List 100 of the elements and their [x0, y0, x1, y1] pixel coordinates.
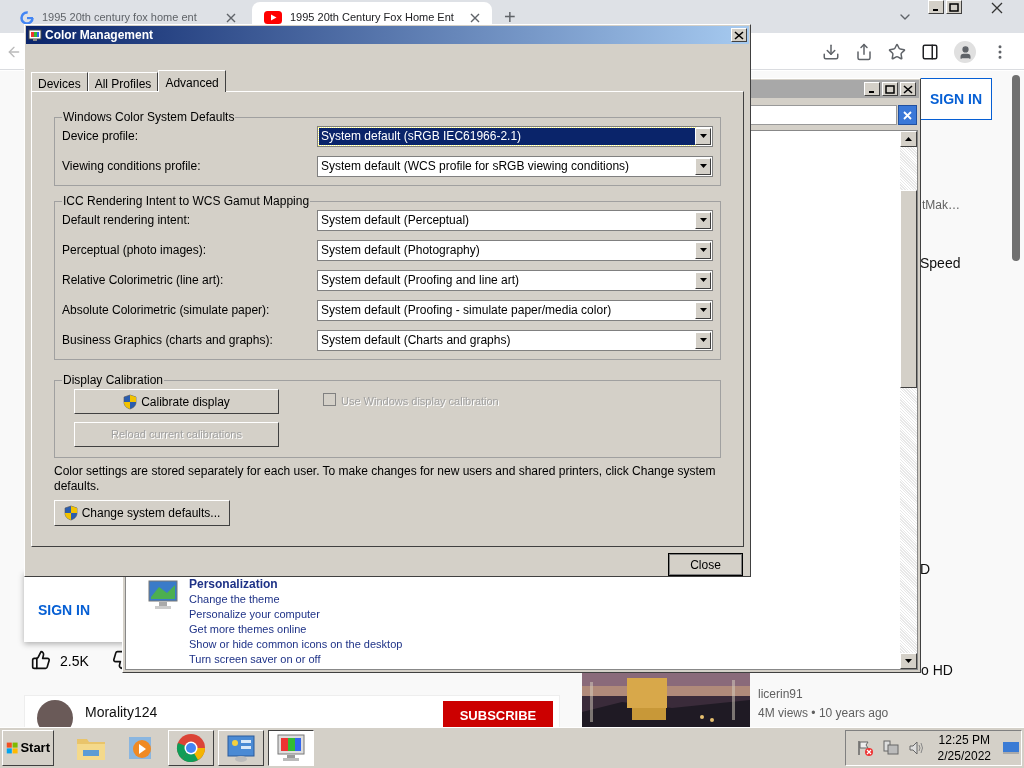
sign-in-link[interactable]: SIGN IN: [38, 600, 91, 621]
maximize-icon: [885, 84, 895, 94]
profile-dropdown[interactable]: System default (WCS profile for sRGB viewing conditions): [317, 155, 713, 177]
down-arrow-icon: [905, 658, 912, 663]
down-arrow-icon: [699, 134, 707, 139]
video-title: o HD: [921, 661, 953, 680]
field-label: Relative Colorimetric (line art):: [62, 272, 224, 290]
profile-dropdown[interactable]: System default (Proofing and line art): [317, 269, 713, 291]
close-icon: [903, 110, 912, 120]
clock-time[interactable]: 12:25 PM: [938, 732, 990, 748]
task-link[interactable]: Change the theme: [189, 592, 403, 607]
channel-name: licerin91: [758, 686, 803, 703]
info-text: Color settings are stored separately for each user. To make changes for new users and shared printers, click Change system defaults.: [54, 464, 717, 495]
field-label: Device profile:: [62, 128, 139, 146]
close-icon[interactable]: [470, 12, 480, 23]
calibrate-button[interactable]: Calibrate display: [74, 389, 279, 415]
close-icon: [734, 30, 744, 40]
minimize-button[interactable]: [928, 0, 944, 14]
clock-date[interactable]: 2/25/2022: [937, 748, 991, 764]
shield-icon: [63, 505, 78, 522]
clear-search-button[interactable]: [898, 105, 917, 125]
shield-icon: [123, 393, 138, 410]
down-arrow-icon: [699, 278, 707, 283]
side-panel-icon[interactable]: [921, 43, 939, 61]
flag-error-icon[interactable]: [855, 739, 874, 757]
dialog-tab[interactable]: All Profiles: [87, 72, 159, 92]
dropdown-value: System default (Perceptual): [320, 211, 471, 229]
dropdown-value: System default (sRGB IEC61966-2.1): [319, 127, 695, 145]
dropdown-value: System default (WCS profile for sRGB viewing conditions): [320, 157, 631, 175]
monitor-icon: [147, 577, 179, 611]
change-defaults-button[interactable]: Change system defaults...: [54, 500, 230, 527]
like-icon[interactable]: [31, 650, 51, 670]
minimize-button[interactable]: [864, 82, 880, 96]
download-icon[interactable]: [822, 43, 840, 61]
task-link[interactable]: Get more themes online: [189, 622, 403, 637]
profile-dropdown[interactable]: System default (Perceptual): [317, 209, 713, 231]
close-icon[interactable]: [226, 12, 236, 23]
close-dialog-button[interactable]: Close: [668, 553, 743, 576]
close-icon[interactable]: [991, 2, 1003, 14]
profile-dropdown[interactable]: System default (Photography): [317, 239, 713, 261]
close-button[interactable]: [900, 82, 916, 96]
channel-name: Morality124: [85, 703, 158, 722]
network-icon[interactable]: [881, 739, 900, 757]
dialog-tab[interactable]: Advanced: [158, 70, 226, 93]
minimize-icon: [932, 9, 938, 11]
tab-title: 1995 20th century fox home ent: [42, 10, 198, 26]
tab-title: 1995 20th Century Fox Home Ent: [290, 10, 455, 26]
close-icon: [903, 84, 913, 94]
group-title: Display Calibration: [62, 372, 165, 390]
profile-dropdown[interactable]: System default (Proofing - simulate paper/media color): [317, 299, 713, 321]
field-label: Perceptual (photo images):: [62, 242, 207, 260]
field-label: Viewing conditions profile:: [62, 158, 201, 176]
profile-dropdown[interactable]: System default (sRGB IEC61966-2.1): [317, 125, 713, 147]
taskbar-button[interactable]: [268, 730, 314, 766]
task-link[interactable]: Personalize your computer: [189, 607, 403, 622]
monitor-icon: [28, 28, 42, 42]
monitor-icon: [275, 733, 307, 763]
group-title: ICC Rendering Intent to WCS Gamut Mapping: [62, 193, 311, 211]
down-arrow-icon: [699, 164, 707, 169]
maximize-icon: [949, 2, 959, 12]
field-label: Absolute Colorimetric (simulate paper):: [62, 302, 270, 320]
subscribe-button[interactable]: SUBSCRIBE: [443, 701, 553, 727]
google-icon: [20, 10, 34, 25]
up-arrow-icon: [905, 137, 912, 141]
start-button[interactable]: Start: [2, 730, 54, 766]
maximize-button[interactable]: [946, 0, 962, 14]
dropdown-value: System default (Photography): [320, 241, 481, 259]
scroll-down-button[interactable]: [900, 652, 917, 669]
video-title: Speed: [920, 254, 961, 273]
group-title: Windows Color System Defaults: [62, 109, 236, 127]
dislike-icon[interactable]: [112, 650, 122, 670]
dialog-tab[interactable]: Devices: [31, 72, 88, 92]
start-logo-icon: [6, 740, 19, 756]
section-heading[interactable]: Personalization: [189, 577, 403, 592]
star-icon[interactable]: [888, 43, 906, 61]
minimize-icon: [868, 91, 874, 93]
down-arrow-icon: [699, 248, 707, 253]
video-title: tMak…: [922, 197, 960, 214]
control-panel-icon: [225, 733, 257, 763]
down-arrow-icon: [699, 218, 707, 223]
close-button[interactable]: [731, 28, 747, 42]
dropdown-value: System default (Proofing - simulate paper/media color): [320, 301, 613, 319]
window-title: Color Management: [45, 27, 154, 44]
video-meta: 4M views • 10 years ago: [758, 705, 889, 722]
maximize-button[interactable]: [882, 82, 898, 96]
profile-dropdown[interactable]: System default (Charts and graphs): [317, 329, 713, 351]
down-arrow-icon: [699, 338, 707, 343]
scroll-up-button[interactable]: [900, 131, 917, 147]
sign-in-button[interactable]: SIGN IN: [920, 78, 992, 120]
field-label: Default rendering intent:: [62, 212, 191, 230]
share-icon[interactable]: [855, 43, 873, 61]
video-title: D: [920, 560, 931, 579]
scrollbar-thumb[interactable]: [900, 189, 917, 388]
speaker-icon[interactable]: [907, 739, 926, 757]
like-count: 2.5K: [60, 652, 89, 671]
chrome-icon: [176, 733, 206, 763]
task-link[interactable]: Turn screen saver on or off: [189, 652, 403, 667]
field-label: Business Graphics (charts and graphs):: [62, 332, 273, 350]
dropdown-value: System default (Charts and graphs): [320, 331, 512, 349]
task-link[interactable]: Show or hide common icons on the desktop: [189, 637, 403, 652]
